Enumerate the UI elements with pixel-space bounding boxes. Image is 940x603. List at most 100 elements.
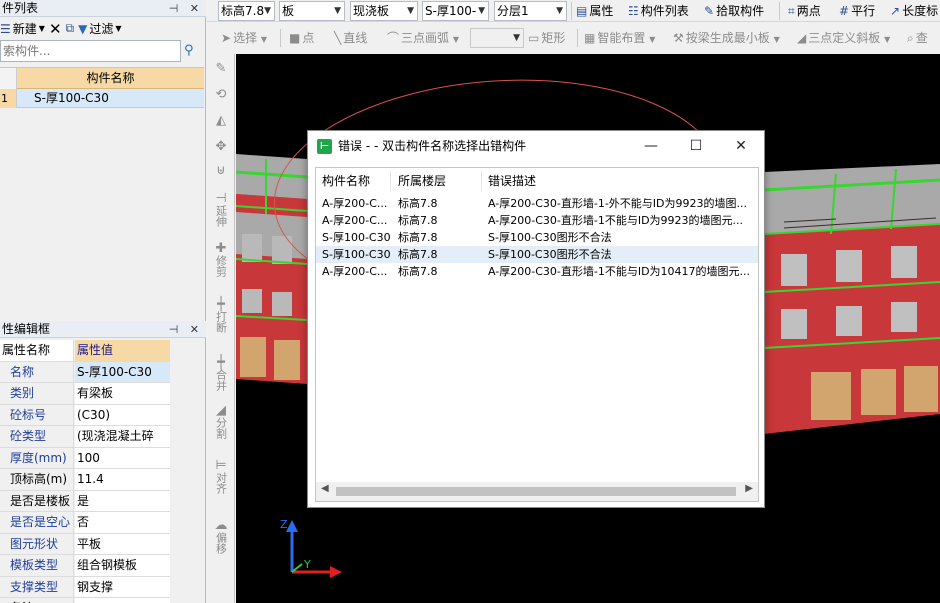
split-label: 分割	[214, 417, 228, 439]
property-value[interactable]: S-厚100-C30	[75, 361, 170, 382]
property-row[interactable]: 是否是空心否	[0, 512, 170, 534]
break-tool-button[interactable]: ┿ 打断	[207, 298, 235, 336]
column-header-name[interactable]: 构件名称	[316, 168, 370, 194]
maximize-icon[interactable]: ☐	[686, 137, 706, 155]
move-tool-button[interactable]: ✥	[207, 140, 235, 153]
properties-button[interactable]: ▤ 属性	[576, 2, 613, 20]
type-dropdown[interactable]: 板 ▼	[279, 1, 345, 21]
property-row[interactable]: 备注	[0, 598, 170, 603]
point-label: 点	[302, 31, 315, 45]
grid-icon: ▦	[584, 31, 596, 45]
list-item[interactable]: S-厚100-C30 标高7.8 S-厚100-C30图形不合法	[316, 246, 758, 263]
length-button[interactable]: ↗ 长度标	[890, 2, 938, 20]
scroll-right-icon[interactable]: ▶	[745, 483, 753, 494]
rectangle-button[interactable]: ▭ 矩形	[528, 28, 565, 48]
property-key: 是否是楼板	[0, 490, 74, 511]
property-row[interactable]: 砼标号 (C30)	[0, 404, 170, 426]
property-row[interactable]: 厚度(mm) 100	[0, 447, 170, 469]
delete-button[interactable]: ✕	[49, 20, 62, 38]
list-item[interactable]: S-厚100-C30 标高7.8 S-厚100-C30图形不合法	[316, 229, 758, 246]
property-row[interactable]: 类别 有梁板	[0, 383, 170, 405]
close-icon[interactable]: ✕	[731, 137, 751, 155]
scrollbar-thumb[interactable]	[336, 487, 736, 496]
property-value[interactable]: 平板	[75, 533, 170, 554]
property-value[interactable]: 是	[75, 490, 170, 511]
list-item[interactable]: A-厚200-C... 标高7.8 A-厚200-C30-直形墙-1不能与ID为10…	[316, 263, 758, 280]
copy-icon: ⧉	[65, 21, 75, 35]
column-header-floor[interactable]: 所属楼层	[392, 168, 446, 194]
component-list-button[interactable]: ☷ 构件列表	[628, 2, 689, 20]
property-row[interactable]: 顶标高(m) 11.4	[0, 469, 170, 491]
subtype-dropdown[interactable]: 现浇板 ▼	[350, 1, 418, 21]
layer-dropdown-value: 分层1	[497, 4, 529, 18]
floor-dropdown[interactable]: 标高7.8 ▼	[218, 1, 275, 21]
property-row[interactable]: 名称 S-厚100-C30	[0, 361, 170, 383]
slope-slab-button[interactable]: ◢ 三点定义斜板 ▼	[797, 28, 890, 50]
offset-label: 偏移	[214, 532, 228, 554]
property-value[interactable]: (C30)	[75, 404, 170, 425]
new-component-button[interactable]: ☰ 新建 ▼	[0, 20, 45, 37]
list-item[interactable]: A-厚200-C... 标高7.8 A-厚200-C30-直形墙-1不能与ID为99…	[316, 212, 758, 229]
property-row[interactable]: 支撑类型 钢支撑	[0, 576, 170, 598]
property-value[interactable]: 11.4	[75, 469, 170, 490]
scroll-left-icon[interactable]: ◀	[321, 483, 329, 494]
property-key: 顶标高(m)	[0, 469, 74, 490]
component-dropdown[interactable]: S-厚100- ▼	[422, 1, 489, 21]
table-row[interactable]: 1 S-厚100-C30	[0, 89, 204, 108]
property-value[interactable]: 有梁板	[75, 383, 170, 404]
pick-label: 拾取构件	[716, 4, 765, 18]
split-tool-button[interactable]: ◢ 分割	[207, 404, 235, 442]
property-value[interactable]	[75, 598, 170, 603]
select-button[interactable]: ➤ 选择 ▼	[221, 28, 267, 50]
property-row[interactable]: 模板类型 组合钢模板	[0, 555, 170, 577]
property-value[interactable]: 钢支撑	[75, 576, 170, 597]
merge-label: 合并	[214, 369, 228, 391]
rotate-tool-button[interactable]: ⟲	[207, 88, 235, 101]
copy-button[interactable]: ⧉	[66, 21, 75, 36]
header-property-name: 属性名称	[0, 340, 74, 361]
layer-dropdown[interactable]: 分层1 ▼	[494, 1, 567, 21]
search-icon[interactable]: ⚲	[184, 43, 202, 59]
point-icon: ■	[289, 31, 301, 45]
point-button[interactable]: ■ 点	[289, 28, 314, 48]
shape-dropdown[interactable]: ▼	[470, 28, 524, 48]
arc-button[interactable]: ⌒ 三点画弧 ▼	[387, 28, 459, 50]
pen-icon: ✎	[215, 61, 227, 76]
pin-close-icons[interactable]: ⊣ ✕	[169, 1, 203, 17]
extend-tool-button[interactable]: ⊣ 延伸	[207, 192, 235, 230]
property-row[interactable]: 砼类型 (现浇混凝土碎	[0, 426, 170, 448]
pen-tool-button[interactable]: ✎	[207, 62, 235, 75]
property-value[interactable]: (现浇混凝土碎	[75, 426, 170, 447]
beam-slab-button[interactable]: ⚒ 按梁生成最小板 ▼	[673, 28, 780, 50]
parallel-button[interactable]: # 平行	[839, 2, 875, 20]
column-header-description[interactable]: 错误描述	[482, 168, 536, 194]
property-value[interactable]: 组合钢模板	[75, 555, 170, 576]
offset-tool-button[interactable]: ☁ 偏移	[207, 519, 235, 557]
parallel-icon: #	[839, 4, 850, 18]
merge-tool-button[interactable]: ┿ 合并	[207, 356, 235, 394]
mirror-tool-button[interactable]: ◭	[207, 114, 235, 127]
property-value[interactable]: 否	[75, 512, 170, 533]
pick-component-button[interactable]: ✎ 拾取构件	[704, 2, 764, 20]
line-button[interactable]: ╲ 直线	[334, 28, 367, 48]
list-item[interactable]: A-厚200-C... 标高7.8 A-厚200-C30-直形墙-1-外不能与ID为…	[316, 195, 758, 212]
two-point-button[interactable]: ⌗ 两点	[788, 2, 821, 20]
copy-tool-button[interactable]: ⊎	[207, 164, 235, 177]
horizontal-scrollbar[interactable]: ◀ ▶	[316, 482, 758, 501]
align-label: 对齐	[214, 472, 228, 494]
query-button[interactable]: ⌕ 查	[907, 28, 928, 48]
property-row[interactable]: 图元形状 平板	[0, 533, 170, 555]
align-tool-button[interactable]: ⊨ 对齐	[207, 459, 235, 497]
minimize-icon[interactable]: —	[641, 137, 661, 155]
trim-tool-button[interactable]: ✚ 修剪	[207, 242, 235, 280]
beam-slab-icon: ⚒	[673, 31, 684, 45]
filter-button[interactable]: ▼ 过滤 ▼	[78, 20, 121, 37]
search-input[interactable]: 索构件...	[0, 40, 181, 62]
dialog-title-bar[interactable]: ⊢ 错误 - - 双击构件名称选择出错构件 — ☐ ✕	[308, 131, 764, 161]
align-icon: ⊨	[215, 458, 227, 473]
pin-close-icons[interactable]: ⊣ ✕	[169, 322, 203, 338]
property-row[interactable]: 是否是楼板是	[0, 490, 170, 512]
property-value[interactable]: 100	[75, 447, 170, 468]
error-name-cell: A-厚200-C...	[322, 197, 388, 210]
smart-layout-button[interactable]: ▦ 智能布置 ▼	[584, 28, 655, 50]
